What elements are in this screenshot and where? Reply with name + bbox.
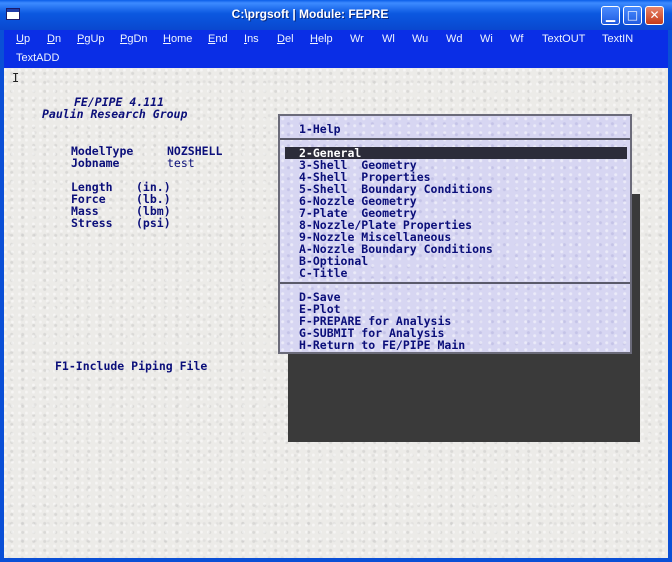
menu-option-optional[interactable]: B-Optional: [299, 255, 619, 267]
menu-home[interactable]: Home: [163, 33, 192, 46]
menu-dn-accel: D: [47, 33, 55, 45]
menu-textout[interactable]: TextOUT: [542, 33, 585, 46]
jobname-label: Jobname: [71, 156, 120, 170]
menu-del[interactable]: Del: [277, 33, 294, 46]
menu-home-accel: H: [163, 33, 171, 45]
maximize-icon: □: [626, 8, 639, 22]
application-window: C:\prgsoft | Module: FEPRE ▁ □ ✕ Up Dn P…: [0, 0, 672, 562]
jobname-row: Jobname test: [71, 157, 195, 169]
menu-up-label: p: [23, 33, 31, 45]
menu-separator: [280, 282, 630, 284]
unit-label: Stress: [71, 216, 113, 230]
minimize-button[interactable]: ▁: [601, 6, 620, 25]
menu-pgup[interactable]: PgUp: [77, 33, 105, 46]
menu-help[interactable]: Help: [310, 33, 333, 46]
menu-textadd[interactable]: TextADD: [16, 52, 59, 65]
unit-value: (psi): [136, 216, 171, 230]
menu-help-label: elp: [317, 33, 333, 45]
menu-wi[interactable]: Wi: [480, 33, 493, 46]
organization-name: Paulin Research Group: [42, 107, 188, 121]
menu-wr[interactable]: Wr: [350, 33, 364, 46]
maximize-button[interactable]: □: [623, 6, 642, 25]
menu-del-accel: D: [277, 33, 285, 45]
menu-ins[interactable]: Ins: [244, 33, 259, 46]
menu-up-accel: U: [16, 33, 24, 45]
menu-option-help[interactable]: 1-Help: [299, 123, 619, 135]
menu-bar: Up Dn PgUp PgDn Home End Ins Del Help Wr…: [4, 30, 668, 68]
include-piping-hint[interactable]: F1-Include Piping File: [55, 360, 207, 372]
minimize-icon: ▁: [605, 8, 616, 22]
menu-up[interactable]: Up: [16, 33, 30, 46]
menu-action-return-main[interactable]: H-Return to FE/PIPE Main: [299, 339, 619, 351]
menu-wl[interactable]: Wl: [382, 33, 395, 46]
menu-wf[interactable]: Wf: [510, 33, 523, 46]
close-button[interactable]: ✕: [645, 6, 664, 25]
close-icon: ✕: [649, 8, 660, 22]
menu-action-save[interactable]: D-Save: [299, 291, 619, 303]
menu-option-title[interactable]: C-Title: [299, 267, 619, 279]
menu-pgdn[interactable]: PgDn: [120, 33, 148, 46]
menu-pgup-label: gUp: [84, 33, 105, 45]
menu-end-label: nd: [215, 33, 228, 45]
menu-end[interactable]: End: [208, 33, 228, 46]
menu-del-label: el: [284, 33, 294, 45]
menu-textin[interactable]: TextIN: [602, 33, 633, 46]
module-menu: 1-Help 2-General 3-Shell Geometry 4-Shel…: [278, 114, 632, 354]
menu-home-label: ome: [170, 33, 193, 45]
title-bar[interactable]: C:\prgsoft | Module: FEPRE ▁ □ ✕: [0, 0, 672, 30]
window-title: C:\prgsoft | Module: FEPRE: [231, 7, 389, 21]
menu-wu[interactable]: Wu: [412, 33, 428, 46]
console-area[interactable]: I FE/PIPE 4.111 Paulin Research Group Mo…: [4, 68, 668, 558]
text-cursor-icon: I: [12, 71, 20, 85]
menu-help-accel: H: [310, 33, 318, 45]
menu-dn[interactable]: Dn: [47, 33, 61, 46]
jobname-value: test: [167, 156, 195, 170]
menu-ins-label: ns: [247, 33, 259, 45]
menu-separator: [280, 138, 630, 140]
unit-row-stress: Stress (psi): [71, 217, 171, 229]
menu-pgdn-label: gDn: [127, 33, 148, 45]
menu-dn-label: n: [54, 33, 62, 45]
menu-wd[interactable]: Wd: [446, 33, 463, 46]
